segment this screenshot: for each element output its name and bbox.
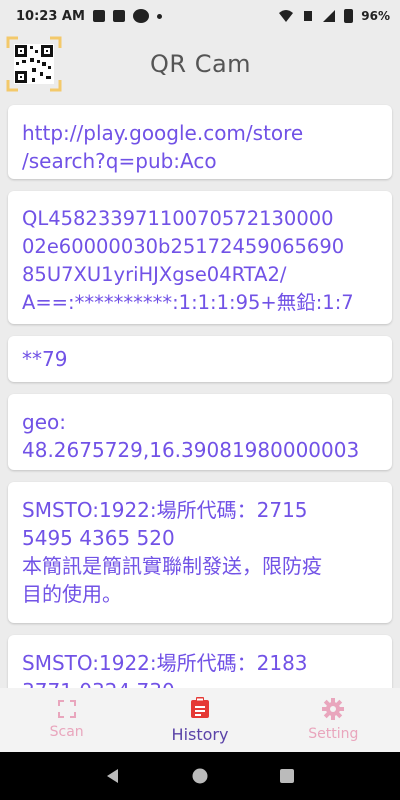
nav-history[interactable]: History (133, 688, 266, 752)
line-icon (132, 9, 149, 23)
message-icon (112, 10, 125, 22)
history-item[interactable]: SMSTO:1922:場所代碼：2715 5495 4365 520 本簡訊是簡… (8, 482, 392, 623)
clipboard-icon (190, 696, 209, 718)
history-list[interactable]: http://play.google.com/store /search?q=p… (0, 98, 400, 688)
back-icon[interactable] (104, 767, 122, 785)
bottom-navigation: Scan History Setting (0, 688, 400, 752)
nav-setting-label: Setting (308, 726, 359, 742)
history-item[interactable]: SMSTO:1922:場所代碼：2183 3771 0324 730 (8, 635, 392, 688)
app-bar: QR Cam (0, 32, 400, 98)
nav-scan[interactable]: Scan (0, 688, 133, 752)
status-bar: 10:23 AM 96% (0, 0, 400, 32)
system-navigation-bar (0, 752, 400, 800)
history-item[interactable]: geo: 48.2675729,16.39081980000003 (8, 394, 392, 470)
app-title: QR Cam (150, 50, 252, 78)
recents-icon[interactable] (278, 767, 296, 785)
scan-icon (57, 700, 76, 718)
notification-dot-icon (156, 13, 162, 19)
battery-percent: 96% (361, 9, 390, 23)
mute-icon (304, 11, 313, 21)
nav-history-label: History (171, 724, 229, 744)
qr-logo-icon (6, 36, 62, 92)
signal-icon (323, 10, 336, 22)
image-icon (92, 10, 105, 22)
history-item[interactable]: http://play.google.com/store /search?q=p… (8, 105, 392, 179)
battery-icon (344, 9, 354, 23)
nav-scan-label: Scan (49, 724, 84, 740)
history-item[interactable]: QL45823397110070572130000 02e60000030b25… (8, 191, 392, 324)
home-icon[interactable] (191, 767, 209, 785)
gear-icon (322, 698, 345, 720)
nav-setting[interactable]: Setting (267, 688, 400, 752)
status-time: 10:23 AM (16, 8, 85, 24)
wifi-icon (279, 10, 294, 22)
history-item[interactable]: **79 (8, 336, 392, 382)
